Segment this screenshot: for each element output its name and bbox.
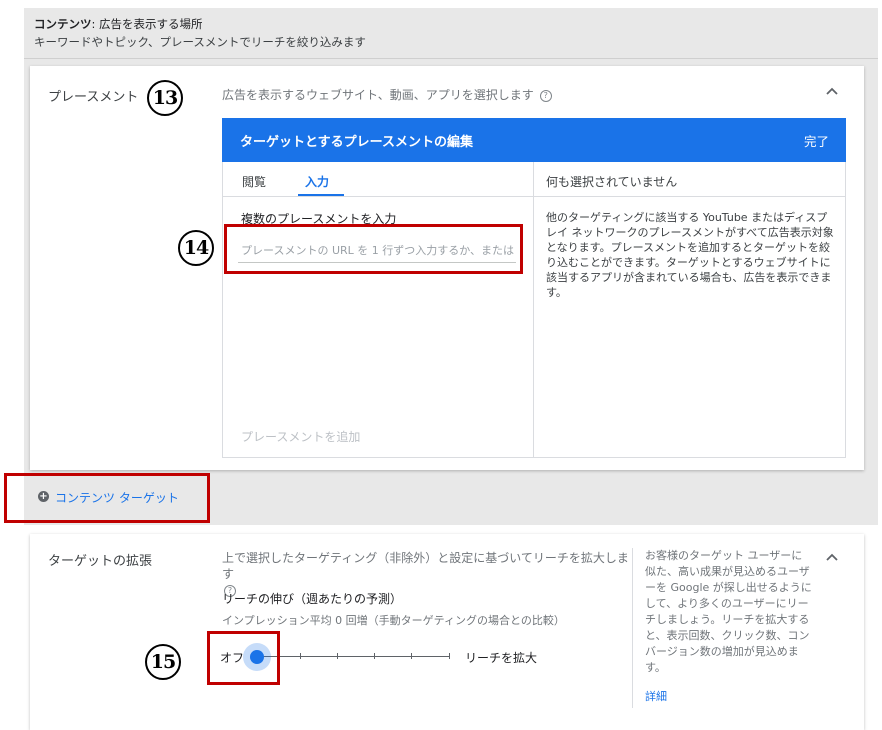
- slider-tick: [300, 653, 301, 659]
- impressions-estimate: インプレッション平均 0 回増（手動ターゲティングの場合との比較）: [222, 614, 565, 627]
- slider-tick: [374, 653, 375, 659]
- slider-tick: [411, 653, 412, 659]
- section-title: コンテンツ: 広告を表示する場所: [34, 16, 203, 32]
- slider-tick: [449, 653, 450, 659]
- tab-browse[interactable]: 閲覧: [242, 173, 266, 190]
- section-title-rest: : 広告を表示する場所: [91, 17, 203, 31]
- tabs-divider: [222, 196, 846, 197]
- tab-enter[interactable]: 入力: [305, 173, 329, 190]
- help-icon[interactable]: ?: [539, 89, 552, 102]
- reach-growth-title: リーチの伸び（週あたりの予測）: [222, 592, 403, 606]
- section-title-bold: コンテンツ: [34, 17, 92, 31]
- done-button[interactable]: 完了: [804, 131, 829, 150]
- column-divider: [533, 162, 534, 458]
- annotation-badge-13: 13: [147, 80, 183, 116]
- slider-tick: [337, 653, 338, 659]
- placement-description: 広告を表示するウェブサイト、動画、アプリを選択します?: [222, 86, 552, 103]
- active-tab-indicator: [298, 194, 344, 196]
- selection-status: 何も選択されていません: [546, 175, 678, 189]
- slider-expand-label: リーチを拡大: [465, 651, 538, 665]
- target-expansion-description-text: 上で選択したターゲティング（非除外）と設定に基づいてリーチを拡大します: [222, 551, 629, 581]
- add-placement-button[interactable]: プレースメントを追加: [241, 428, 360, 445]
- editor-title: ターゲットとするプレースメントの編集: [240, 135, 473, 150]
- chevron-up-icon[interactable]: [826, 84, 838, 98]
- details-link[interactable]: 詳細: [645, 688, 667, 704]
- header-divider: [24, 58, 878, 59]
- annotation-badge-14: 14: [178, 230, 214, 266]
- chevron-up-icon[interactable]: [826, 550, 838, 564]
- highlight-box-slider: [207, 631, 280, 685]
- reach-slider-track[interactable]: [262, 656, 450, 657]
- placement-label: プレースメント: [48, 90, 139, 105]
- target-expansion-label: ターゲットの拡張: [48, 554, 153, 569]
- highlight-box-url-input: [224, 224, 523, 274]
- target-expansion-help: お客様のターゲット ユーザーに似た、高い成果が見込めるユーザーを Google …: [645, 549, 812, 674]
- annotation-badge-15: 15: [145, 644, 181, 680]
- section-subtitle: キーワードやトピック、プレースメントでリーチを絞り込みます: [34, 35, 366, 49]
- placement-info-text: 他のターゲティングに該当する YouTube またはディスプレイ ネットワークの…: [546, 211, 834, 299]
- placement-description-text: 広告を表示するウェブサイト、動画、アプリを選択します: [222, 88, 534, 102]
- highlight-box-content-target: [4, 473, 210, 523]
- help-column-divider: [632, 548, 633, 708]
